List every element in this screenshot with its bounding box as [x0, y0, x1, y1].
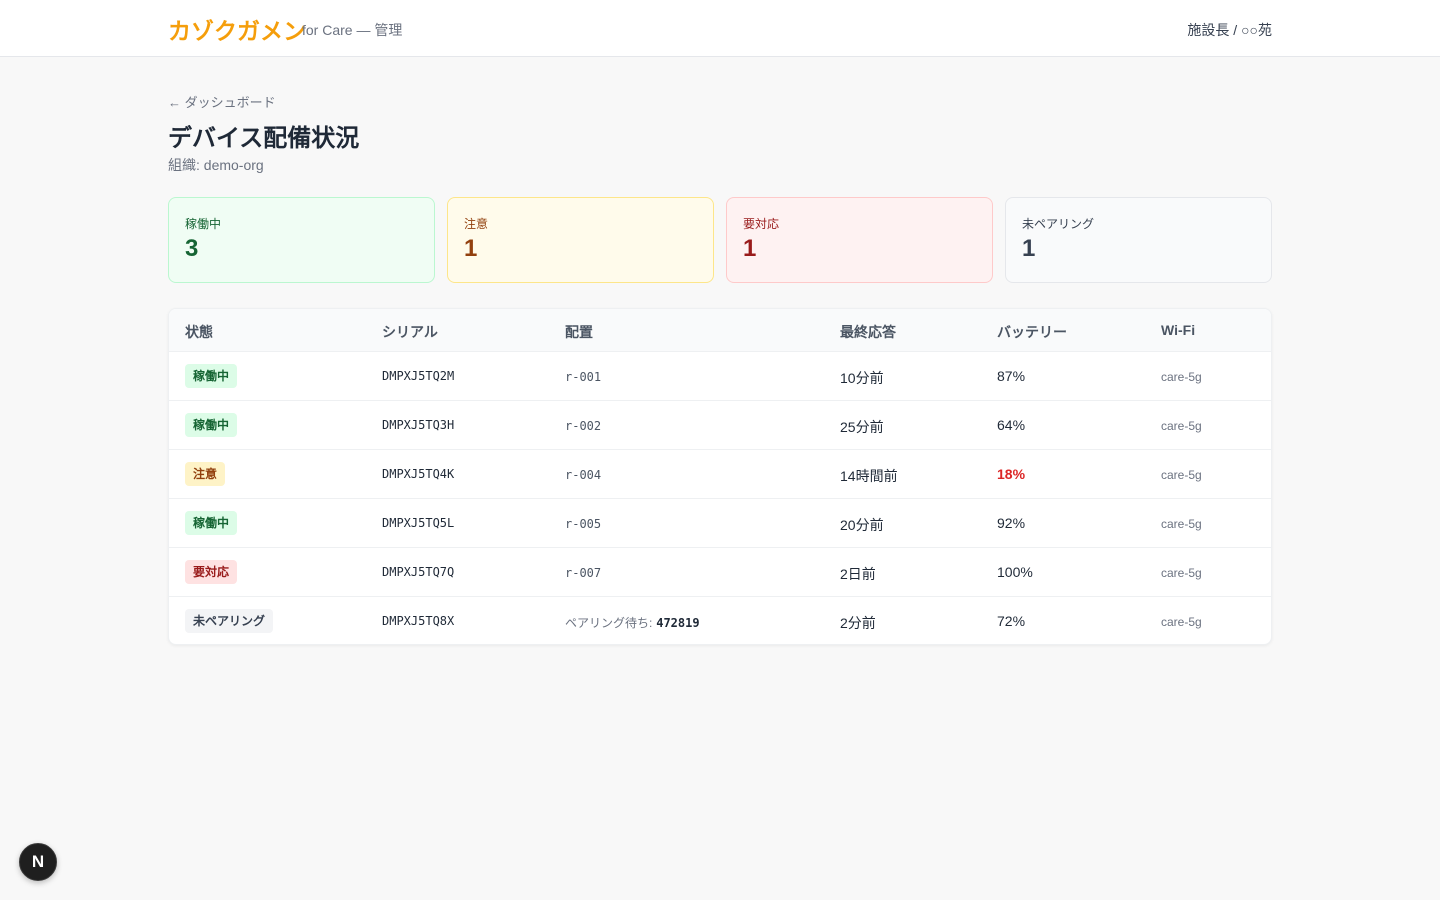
- pairing-label: ペアリング待ち:: [565, 616, 653, 630]
- stat-label: 稼働中: [185, 217, 222, 231]
- column-header-last-response: 最終応答: [840, 324, 896, 340]
- wifi-ssid: care-5g: [1161, 566, 1202, 580]
- stat-value: 3: [185, 235, 199, 262]
- last-response: 14時間前: [840, 468, 898, 484]
- stat-card-warn: 注意 1: [447, 197, 714, 283]
- serial-number: DMPXJ5TQ4K: [382, 467, 455, 481]
- column-header-wifi: Wi-Fi: [1161, 322, 1196, 338]
- status-badge: 稼働中: [185, 364, 238, 388]
- back-to-dashboard-link[interactable]: ← ダッシュボード: [168, 92, 276, 111]
- battery-level: 92%: [997, 515, 1026, 531]
- brand-logo[interactable]: カゾクガメン: [168, 12, 306, 46]
- last-response: 20分前: [840, 517, 884, 533]
- serial-number: DMPXJ5TQ8X: [382, 614, 455, 628]
- placement-value: r-001: [565, 370, 602, 384]
- wifi-ssid: care-5g: [1161, 419, 1202, 433]
- battery-level: 87%: [997, 368, 1026, 384]
- table-row[interactable]: 注意 DMPXJ5TQ4K r-004 14時間前 18% care-5g: [169, 450, 1271, 499]
- stat-value: 1: [464, 235, 478, 262]
- column-header-serial: シリアル: [382, 324, 438, 340]
- serial-number: DMPXJ5TQ7Q: [382, 565, 455, 579]
- last-response: 2分前: [840, 615, 876, 631]
- status-badge: 注意: [185, 462, 226, 486]
- status-badge: 未ペアリング: [185, 609, 274, 633]
- stat-card-active: 稼働中 3: [168, 197, 435, 283]
- last-response: 10分前: [840, 370, 884, 386]
- battery-level: 100%: [997, 564, 1033, 580]
- table-row[interactable]: 稼働中 DMPXJ5TQ3H r-002 25分前 64% care-5g: [169, 401, 1271, 450]
- serial-number: DMPXJ5TQ5L: [382, 516, 455, 530]
- table-row[interactable]: 未ペアリング DMPXJ5TQ8X ペアリング待ち: 472819 2分前 72…: [169, 597, 1271, 644]
- status-badge: 稼働中: [185, 413, 238, 437]
- wifi-ssid: care-5g: [1161, 517, 1202, 531]
- serial-number: DMPXJ5TQ3H: [382, 418, 455, 432]
- org-label: 組織: demo-org: [168, 157, 264, 173]
- battery-level: 72%: [997, 613, 1026, 629]
- placement-value: r-005: [565, 517, 602, 531]
- stat-card-alert: 要対応 1: [726, 197, 993, 283]
- last-response: 2日前: [840, 566, 876, 582]
- device-table: 状態 シリアル 配置 最終応答 バッテリー Wi-Fi 稼働中 DMPXJ5TQ…: [168, 308, 1272, 645]
- battery-level-low: 18%: [997, 466, 1026, 482]
- stat-card-unpaired: 未ペアリング 1: [1005, 197, 1272, 283]
- battery-level: 64%: [997, 417, 1026, 433]
- table-row[interactable]: 稼働中 DMPXJ5TQ5L r-005 20分前 92% care-5g: [169, 499, 1271, 548]
- stat-value: 1: [743, 235, 757, 262]
- stat-label: 未ペアリング: [1022, 217, 1095, 231]
- table-header: 状態 シリアル 配置 最終応答 バッテリー Wi-Fi: [169, 309, 1271, 352]
- wifi-ssid: care-5g: [1161, 370, 1202, 384]
- table-row[interactable]: 稼働中 DMPXJ5TQ2M r-001 10分前 87% care-5g: [169, 352, 1271, 401]
- dev-tools-button[interactable]: N: [19, 843, 57, 881]
- table-row[interactable]: 要対応 DMPXJ5TQ7Q r-007 2日前 100% care-5g: [169, 548, 1271, 597]
- stat-label: 注意: [464, 217, 489, 231]
- stat-value: 1: [1022, 235, 1036, 262]
- placement-value: r-004: [565, 468, 602, 482]
- pairing-info: ペアリング待ち: 472819: [565, 614, 700, 631]
- user-info[interactable]: 施設長 / ○○苑: [1187, 20, 1272, 40]
- top-bar: カゾクガメン for Care — 管理 施設長 / ○○苑: [0, 0, 1440, 57]
- brand-subtitle: for Care — 管理: [302, 22, 403, 38]
- column-header-placement: 配置: [565, 324, 593, 340]
- wifi-ssid: care-5g: [1161, 468, 1202, 482]
- column-header-status: 状態: [185, 324, 213, 340]
- serial-number: DMPXJ5TQ2M: [382, 369, 455, 383]
- status-badge: 要対応: [185, 560, 238, 584]
- pairing-code: 472819: [656, 616, 700, 630]
- wifi-ssid: care-5g: [1161, 615, 1202, 629]
- placement-value: r-007: [565, 566, 602, 580]
- column-header-battery: バッテリー: [997, 324, 1067, 340]
- status-badge: 稼働中: [185, 511, 238, 535]
- placement-value: r-002: [565, 419, 602, 433]
- last-response: 25分前: [840, 419, 884, 435]
- stat-label: 要対応: [743, 217, 780, 231]
- page-title: デバイス配備状況: [168, 125, 360, 152]
